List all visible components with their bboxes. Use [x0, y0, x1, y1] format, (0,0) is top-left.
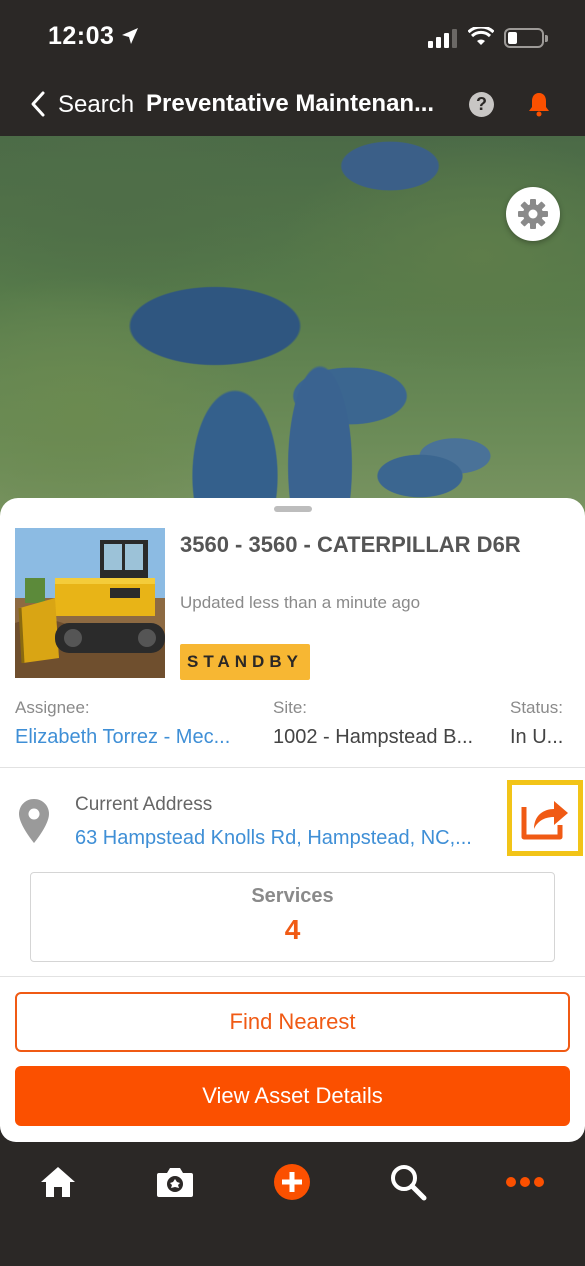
map-view[interactable] — [0, 136, 585, 516]
map-pin-icon — [19, 799, 49, 843]
services-label: Services — [251, 885, 334, 907]
gear-icon — [518, 199, 548, 229]
bell-icon[interactable] — [527, 91, 551, 117]
site-value: 1002 - Hampstead B... — [273, 726, 474, 748]
status-field: Status: In U... — [510, 698, 575, 749]
wifi-icon — [468, 27, 494, 45]
search-icon — [391, 1165, 427, 1201]
asset-bottom-sheet: 3560 - 3560 - CATERPILLAR D6R Updated le… — [0, 498, 585, 1142]
site-label: Site: — [273, 698, 308, 717]
map-settings-button[interactable] — [506, 187, 560, 241]
assignee-link[interactable]: Elizabeth Torrez - Mec... — [15, 726, 255, 749]
tab-search[interactable] — [378, 1160, 438, 1204]
sheet-grabber[interactable] — [274, 506, 312, 512]
share-address-button[interactable] — [507, 780, 583, 856]
cellular-signal-icon — [428, 28, 457, 48]
tab-more[interactable] — [495, 1160, 555, 1204]
status-badge: STANDBY — [180, 644, 310, 680]
battery-icon — [504, 28, 548, 48]
divider — [0, 767, 585, 768]
divider — [0, 976, 585, 977]
home-icon — [41, 1167, 75, 1197]
asset-thumbnail[interactable] — [15, 528, 165, 678]
services-count: 4 — [284, 914, 301, 945]
assignee-field: Assignee: Elizabeth Torrez - Mec... — [15, 698, 255, 749]
location-arrow-icon — [122, 28, 138, 44]
bulldozer-image — [15, 528, 165, 678]
more-icon — [506, 1177, 544, 1187]
share-icon — [521, 801, 568, 840]
view-asset-details-button[interactable]: View Asset Details — [15, 1066, 570, 1126]
status-label: Status: — [510, 698, 563, 717]
add-icon — [274, 1164, 310, 1200]
camera-icon — [157, 1168, 193, 1197]
status-time: 12:03 — [48, 22, 115, 50]
tab-add[interactable] — [262, 1160, 322, 1204]
tab-bar — [0, 1142, 585, 1266]
tab-camera[interactable] — [145, 1160, 205, 1204]
asset-title: 3560 - 3560 - CATERPILLAR D6R — [180, 532, 521, 557]
find-nearest-button[interactable]: Find Nearest — [15, 992, 570, 1052]
back-button[interactable]: Search — [58, 91, 134, 119]
asset-info-row: Assignee: Elizabeth Torrez - Mec... Site… — [0, 698, 585, 758]
updated-timestamp: Updated less than a minute ago — [180, 593, 421, 612]
address-link[interactable]: 63 Hampstead Knolls Rd, Hampstead, NC,..… — [75, 827, 505, 850]
assignee-label: Assignee: — [15, 698, 90, 717]
services-card[interactable]: Services 4 — [30, 872, 555, 962]
tab-home[interactable] — [28, 1160, 88, 1204]
help-icon[interactable]: ? — [469, 92, 494, 117]
status-value: In U... — [510, 726, 564, 748]
back-chevron-icon[interactable] — [30, 90, 46, 118]
page-title: Preventative Maintenan... — [146, 90, 435, 117]
address-label: Current Address — [75, 794, 213, 815]
site-field: Site: 1002 - Hampstead B... — [273, 698, 495, 749]
status-bar: 12:03 — [0, 0, 585, 70]
nav-bar: Search Preventative Maintenan... ? — [0, 70, 585, 136]
